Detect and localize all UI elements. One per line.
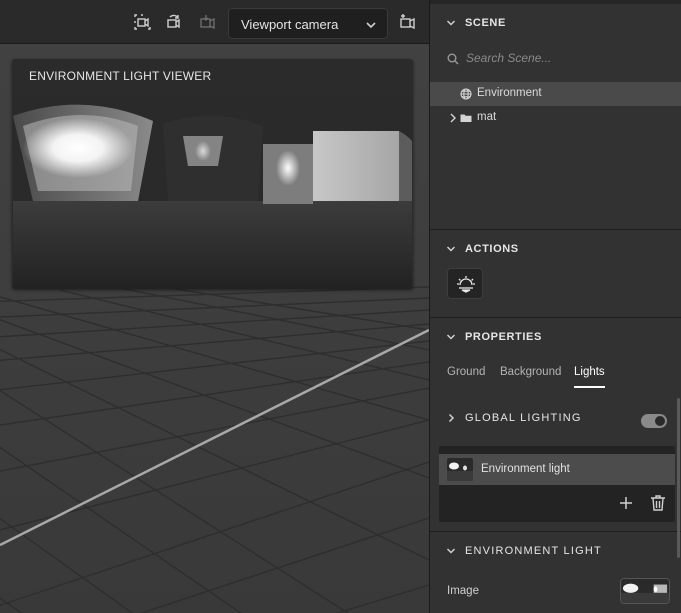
chevron-down-icon (446, 334, 456, 340)
chevron-right-icon (448, 413, 455, 423)
viewer-title: ENVIRONMENT LIGHT VIEWER (29, 69, 212, 83)
camera-select[interactable]: Viewport camera (228, 8, 388, 39)
actions-section-title: ACTIONS (465, 243, 519, 255)
trash-icon[interactable] (649, 494, 667, 512)
scene-section-header[interactable]: SCENE (430, 13, 681, 35)
lights-list: Environment light (439, 446, 675, 522)
save-camera-icon[interactable] (198, 12, 218, 32)
chevron-right-icon[interactable] (447, 112, 459, 124)
camera-select-value: Viewport camera (241, 17, 339, 32)
chevron-down-icon (446, 246, 456, 252)
environment-light-title: ENVIRONMENT LIGHT (465, 545, 602, 557)
environment-light-viewer: ENVIRONMENT LIGHT VIEWER (12, 59, 413, 289)
tab-ground[interactable]: Ground (447, 366, 485, 378)
tree-item-mat[interactable]: mat (430, 106, 681, 130)
tree-item-label: mat (477, 111, 497, 123)
sun-horizon-icon (457, 276, 475, 293)
tree-item-label: Environment (477, 87, 542, 99)
light-item-label: Environment light (481, 463, 570, 475)
divider (430, 531, 681, 532)
list-item[interactable]: Environment light (439, 454, 675, 485)
chevron-down-icon (446, 548, 456, 554)
divider (430, 317, 681, 318)
chevron-down-icon (446, 20, 456, 26)
tab-background[interactable]: Background (500, 366, 561, 378)
environment-image-picker[interactable] (620, 578, 670, 604)
environment-hdr-preview[interactable] (13, 96, 412, 289)
actions-section-header[interactable]: ACTIONS (430, 239, 681, 261)
global-lighting-title: GLOBAL LIGHTING (465, 412, 582, 424)
environment-light-header[interactable]: ENVIRONMENT LIGHT (430, 541, 681, 563)
toggle-knob (655, 416, 665, 426)
panel-scrollbar[interactable] (677, 398, 680, 558)
add-camera-icon[interactable] (398, 12, 418, 32)
environment-light-thumbnail (447, 458, 473, 481)
reset-camera-icon[interactable] (164, 12, 184, 32)
globe-icon (460, 88, 472, 100)
folder-icon (460, 114, 472, 122)
align-sun-button[interactable] (447, 268, 483, 299)
chevron-down-icon (366, 22, 376, 29)
global-lighting-toggle[interactable] (641, 414, 667, 428)
divider (430, 229, 681, 230)
properties-section-header[interactable]: PROPERTIES (430, 327, 681, 349)
tree-item-environment[interactable]: Environment (430, 82, 681, 106)
viewport[interactable]: Viewport camera ENVIRONMENT LIGHT VIEWER (0, 0, 429, 613)
scene-section-title: SCENE (465, 17, 506, 29)
tab-lights[interactable]: Lights (574, 366, 605, 378)
active-tab-indicator (574, 386, 605, 388)
right-panel: SCENE Environment mat ACTIONS PROPERTIES… (429, 0, 681, 613)
viewport-toolbar: Viewport camera (0, 0, 429, 44)
plus-icon[interactable] (617, 494, 635, 512)
properties-section-title: PROPERTIES (465, 331, 542, 343)
panel-top-border (430, 0, 681, 4)
scene-search-input[interactable] (446, 47, 666, 69)
frame-camera-icon[interactable] (132, 12, 152, 32)
image-label: Image (447, 585, 479, 597)
